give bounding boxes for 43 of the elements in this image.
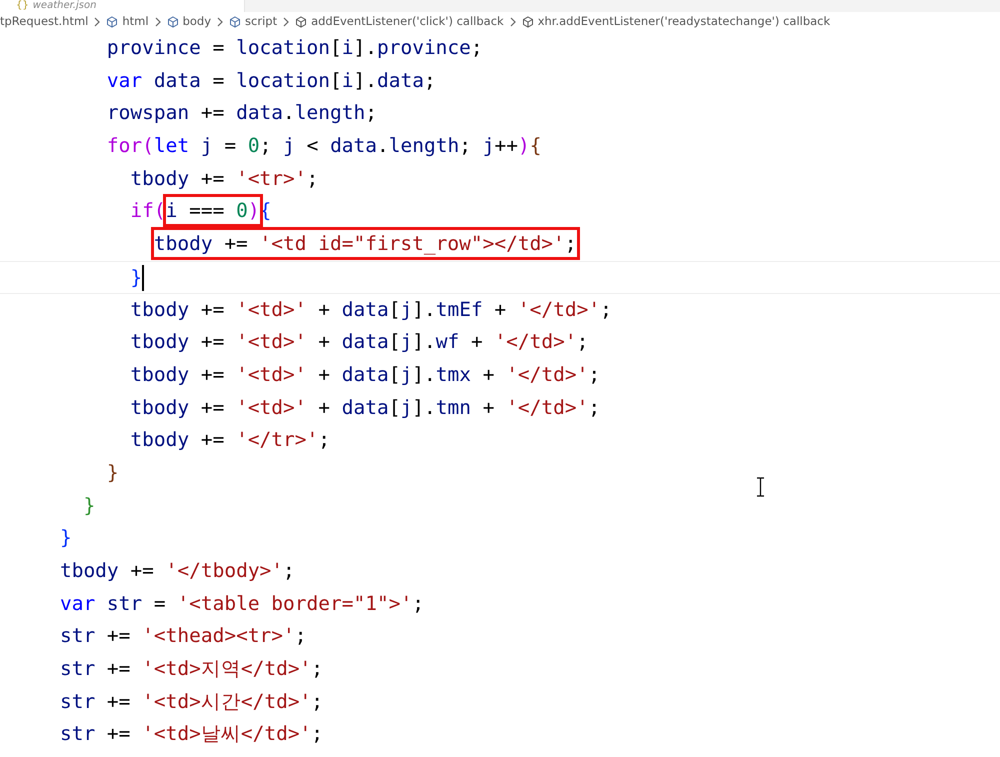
code-line: } — [82, 492, 96, 519]
breadcrumb-item[interactable]: script — [245, 13, 278, 31]
chevron-icon — [93, 17, 102, 27]
code-line: tbody += '<tr>'; — [129, 166, 318, 192]
editor-tab[interactable]: {} weather.json — [0, 0, 245, 12]
text-cursor-icon — [756, 477, 765, 497]
cube-icon — [106, 16, 118, 28]
chevron-icon — [154, 17, 162, 27]
code-line: rowspan += data.length; — [106, 100, 377, 126]
code-line: tbody += '<td>' + data[j].tmx + '</td>'; — [129, 362, 600, 388]
code-text: if( — [129, 199, 166, 222]
code-line: tbody += '<td>' + data[j].tmn + '</td>'; — [129, 394, 600, 421]
cube-icon — [166, 16, 179, 28]
code-line: str += '<td>날씨</td>'; — [58, 721, 324, 748]
breadcrumb-item[interactable]: html — [122, 13, 149, 31]
code-line: str += '<thead><tr>'; — [58, 623, 307, 650]
code-line: var str = '<table border="1">'; — [58, 590, 424, 617]
code-line: } — [106, 460, 119, 486]
code-line: for(let j = 0; j < data.length; j++){ — [106, 133, 542, 160]
breadcrumb-item[interactable]: tpRequest.html — [0, 13, 88, 31]
code-text: { — [260, 199, 272, 222]
cube-icon — [295, 16, 308, 28]
cube-icon — [522, 16, 534, 28]
code-line: tbody += '<td>' + data[j].tmEf + '</td>'; — [129, 296, 612, 322]
code-line: province = location[i].province; — [106, 35, 483, 61]
code-line: } — [13, 262, 144, 294]
highlight-box: i === 0) — [166, 197, 260, 224]
cube-icon — [229, 16, 242, 28]
code-line: str += '<td>시간</td>'; — [58, 688, 324, 715]
code-line: var data = location[i].data; — [106, 68, 436, 94]
breadcrumb-item[interactable]: body — [182, 13, 212, 31]
code-line: str += '<td>지역</td>'; — [58, 656, 324, 682]
breadcrumb-item[interactable]: addEventListener('click') callback — [311, 13, 504, 31]
code-line: tbody += '<td>' + data[j].wf + '</td>'; — [129, 329, 588, 356]
code-line: tbody += '</tbody>'; — [58, 558, 295, 584]
chevron-icon — [216, 17, 224, 27]
breadcrumb-item[interactable]: xhr.addEventListener('readystatechange') callback — [538, 13, 830, 31]
code-line: tbody += '</tr>'; — [129, 427, 330, 454]
code-line: } — [58, 525, 72, 552]
text-caret — [142, 265, 144, 292]
highlight-box: tbody += '<td id="first_row"></td>'; — [154, 230, 577, 258]
chevron-icon — [282, 17, 290, 27]
chevron-icon — [508, 17, 517, 27]
